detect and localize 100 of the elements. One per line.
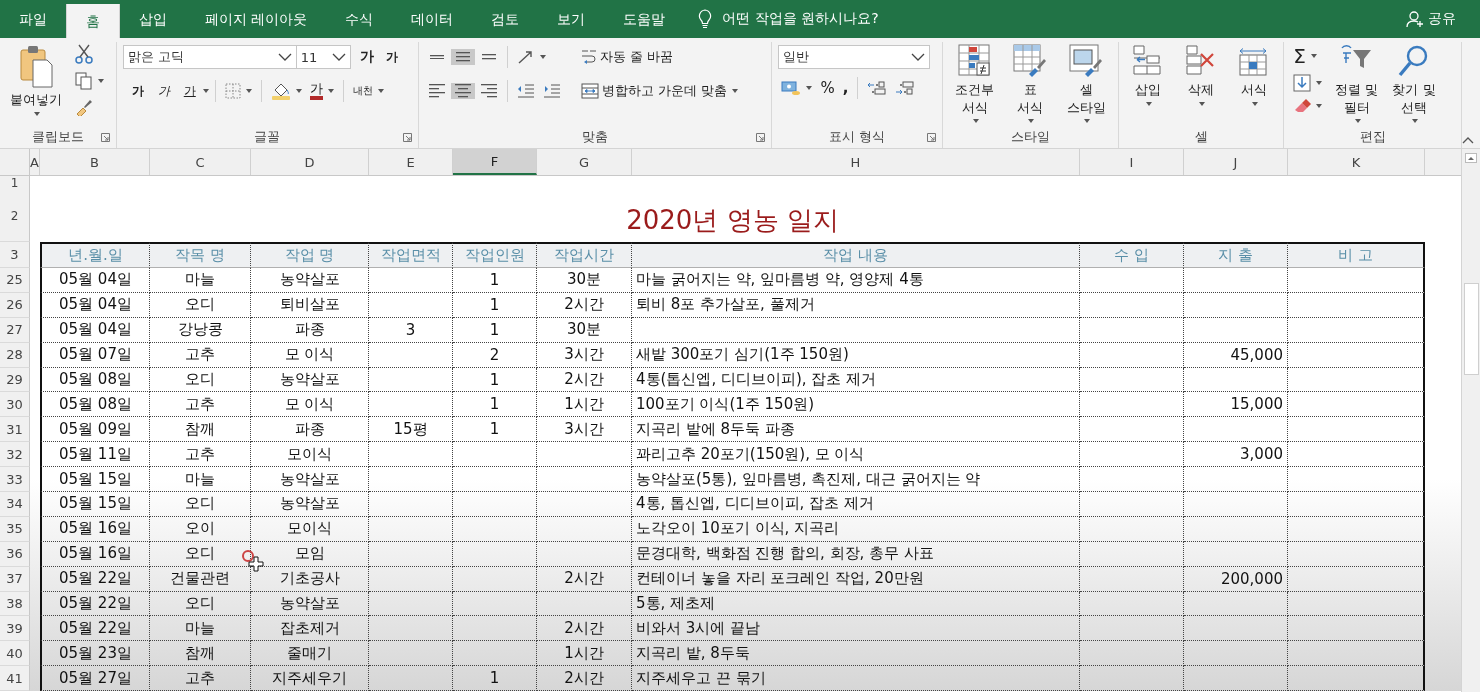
ribbon-tab[interactable]: 수식 <box>326 0 393 38</box>
dialog-launcher-icon[interactable] <box>100 132 110 142</box>
column-heading: 작목 명 <box>150 242 251 268</box>
table-cell: 2시간 <box>537 566 632 592</box>
ribbon-tab[interactable]: 도움말 <box>604 0 685 38</box>
caret-icon <box>972 119 979 124</box>
table-cell: 05월 04일 <box>40 268 150 293</box>
column-heading: 작업시간 <box>537 242 632 268</box>
autosum-button[interactable]: Σ <box>1290 42 1326 70</box>
font-color-button[interactable]: 가 <box>306 80 337 102</box>
table-cell: 모 이식 <box>251 342 369 368</box>
row-header[interactable]: 31 <box>0 417 30 443</box>
phonetic-button[interactable]: 내천 <box>349 82 387 100</box>
row-header[interactable]: 26 <box>0 292 30 318</box>
row-header[interactable]: 38 <box>0 591 30 617</box>
row-header[interactable]: 34 <box>0 492 30 517</box>
find-select-button[interactable]: 찾기 및 선택 <box>1388 42 1440 126</box>
table-cell: 문경대학, 백화점 진행 합의, 회장, 총무 사표 <box>632 541 1080 567</box>
align-lines-icon <box>428 84 447 98</box>
column-header[interactable]: I <box>1080 149 1184 175</box>
banknote-icon <box>781 80 802 96</box>
decrease-font-button[interactable]: 가 <box>382 46 401 68</box>
paintbrush-icon <box>75 98 93 116</box>
conditional-format-button[interactable]: 조건부 서식 <box>951 42 999 126</box>
column-header[interactable]: J <box>1184 149 1288 175</box>
table-cell: 새밭 300포기 심기(1주 150원) <box>632 342 1080 368</box>
row-header[interactable]: 33 <box>0 467 30 492</box>
table-bars-icon <box>957 44 992 78</box>
ribbon-tab[interactable]: 파일 <box>0 0 66 38</box>
row-header[interactable]: 35 <box>0 516 30 542</box>
row-header[interactable]: 29 <box>0 367 30 393</box>
column-header[interactable]: H <box>632 149 1080 175</box>
column-header[interactable]: G <box>537 149 632 175</box>
font-size-field[interactable]: 11 <box>295 45 351 69</box>
table-cell: 3,000 <box>1184 442 1288 468</box>
underline-button[interactable]: 가 <box>180 80 199 102</box>
dialog-launcher-icon[interactable] <box>403 132 413 142</box>
row-header[interactable]: 40 <box>0 641 30 667</box>
tell-me-search[interactable]: 어떤 작업을 원하시나요? <box>722 10 879 28</box>
row-header[interactable]: 25 <box>0 268 30 293</box>
ribbon-tab[interactable]: 페이지 레이아웃 <box>186 0 327 38</box>
collapse-ribbon-button[interactable] <box>1462 136 1474 144</box>
table-cell: 마늘 <box>150 467 251 492</box>
row-header[interactable]: 32 <box>0 442 30 468</box>
table-cell: 마늘 굵어지는 약, 잎마름병 약, 영양제 4통 <box>632 268 1080 293</box>
number-format-field[interactable]: 일반 <box>778 45 931 69</box>
table-cell: 05월 27일 <box>40 666 150 692</box>
column-header[interactable]: B <box>40 149 150 175</box>
row-header[interactable]: 2 <box>0 190 30 242</box>
clipboard-icon <box>19 44 53 88</box>
table-cell: 4통(톱신엡, 디디브이피), 잡초 제거 <box>632 367 1080 393</box>
scroll-thumb[interactable] <box>1463 283 1479 375</box>
row-header[interactable]: 27 <box>0 317 30 343</box>
caret-icon <box>245 89 252 93</box>
wrap-text-button[interactable]: 자동 줄 바꿈 <box>578 42 742 72</box>
format-cells-button[interactable]: 서식 <box>1232 42 1275 108</box>
cell-styles-button[interactable]: 셀 스타일 <box>1062 42 1110 126</box>
align-lines-icon <box>480 54 499 60</box>
column-header[interactable]: F <box>453 149 537 175</box>
row-header[interactable]: 3 <box>0 242 30 268</box>
column-header[interactable]: K <box>1288 149 1425 175</box>
table-cell: 3 <box>369 317 453 343</box>
scroll-up-icon[interactable] <box>1465 153 1477 163</box>
ribbon-tab[interactable]: 보기 <box>538 0 605 38</box>
row-header[interactable]: 37 <box>0 566 30 592</box>
center-button[interactable] <box>451 83 476 99</box>
row-header[interactable]: 28 <box>0 342 30 368</box>
percent-button[interactable]: % <box>817 77 838 99</box>
delete-cells-button[interactable]: 삭제 <box>1180 42 1222 108</box>
table-cell: 05월 23일 <box>40 641 150 667</box>
paste-button[interactable]: 붙여넣기 <box>6 42 66 118</box>
table-cell: 지곡리 밭에 8두둑 파종 <box>632 417 1080 443</box>
font-name-field[interactable]: 맑은 고딕 <box>122 45 297 69</box>
dialog-launcher-icon[interactable] <box>927 132 937 142</box>
format-table-button[interactable]: 표 서식 <box>1008 42 1053 126</box>
merge-center-button[interactable]: 병합하고 가운데 맞춤 <box>578 76 742 106</box>
comma-button[interactable]: , <box>839 77 852 99</box>
bold-button[interactable]: 가 <box>128 80 147 102</box>
insert-cells-button[interactable]: 삽입 <box>1127 42 1170 108</box>
ribbon-tab[interactable]: 데이터 <box>392 0 473 38</box>
column-header[interactable]: D <box>251 149 369 175</box>
table-cell: 모 이식 <box>251 392 369 418</box>
ribbon-tab[interactable]: 검토 <box>472 0 539 38</box>
column-header[interactable]: A <box>30 149 40 175</box>
middle-align-button[interactable] <box>451 48 476 66</box>
ribbon-tab[interactable]: 삽입 <box>120 0 186 38</box>
dialog-launcher-icon[interactable] <box>756 132 766 142</box>
share-button[interactable]: 공유 <box>1400 0 1462 38</box>
row-header[interactable]: 30 <box>0 392 30 418</box>
row-header[interactable]: 39 <box>0 616 30 642</box>
row-header[interactable]: 36 <box>0 541 30 567</box>
column-header[interactable]: C <box>150 149 251 175</box>
ribbon-tab[interactable]: 홈 <box>66 4 120 38</box>
row-header[interactable]: 41 <box>0 666 30 692</box>
sort-filter-button[interactable]: 정렬 및 필터 <box>1331 42 1383 126</box>
vertical-scrollbar[interactable] <box>1461 149 1480 692</box>
italic-button[interactable]: 가 <box>154 80 173 102</box>
increase-font-button[interactable]: 가 <box>356 46 377 68</box>
table-cell: 05월 08일 <box>40 367 150 393</box>
column-heading: 비 고 <box>1288 242 1425 268</box>
